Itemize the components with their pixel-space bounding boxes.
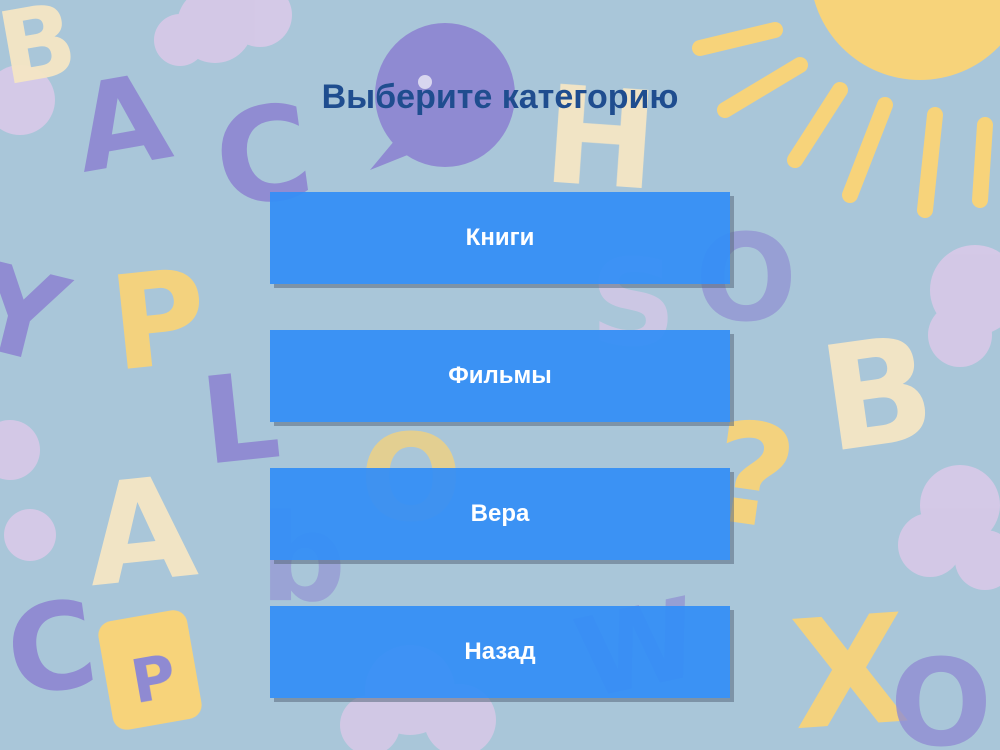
- svg-text:O: O: [890, 635, 992, 750]
- cloud-icon: [928, 245, 1000, 367]
- back-button[interactable]: Назад: [270, 606, 730, 698]
- faith-button-label: Вера: [470, 500, 530, 527]
- svg-text:A: A: [64, 48, 180, 201]
- movies-button[interactable]: Фильмы: [270, 330, 730, 422]
- svg-text:Y: Y: [0, 236, 81, 393]
- books-button[interactable]: Книги: [270, 192, 730, 284]
- svg-text:C: C: [0, 574, 105, 724]
- movies-button-label: Фильмы: [448, 362, 552, 389]
- svg-text:B: B: [811, 303, 944, 486]
- svg-text:A: A: [78, 446, 203, 619]
- back-button-label: Назад: [464, 638, 536, 665]
- cloud-icon: [898, 465, 1000, 590]
- cloud-icon: [154, 0, 292, 66]
- letter-block-icon: P: [98, 610, 202, 730]
- faith-button[interactable]: Вера: [270, 468, 730, 560]
- books-button-label: Книги: [465, 224, 535, 251]
- page-title: Выберите категорию: [321, 78, 679, 116]
